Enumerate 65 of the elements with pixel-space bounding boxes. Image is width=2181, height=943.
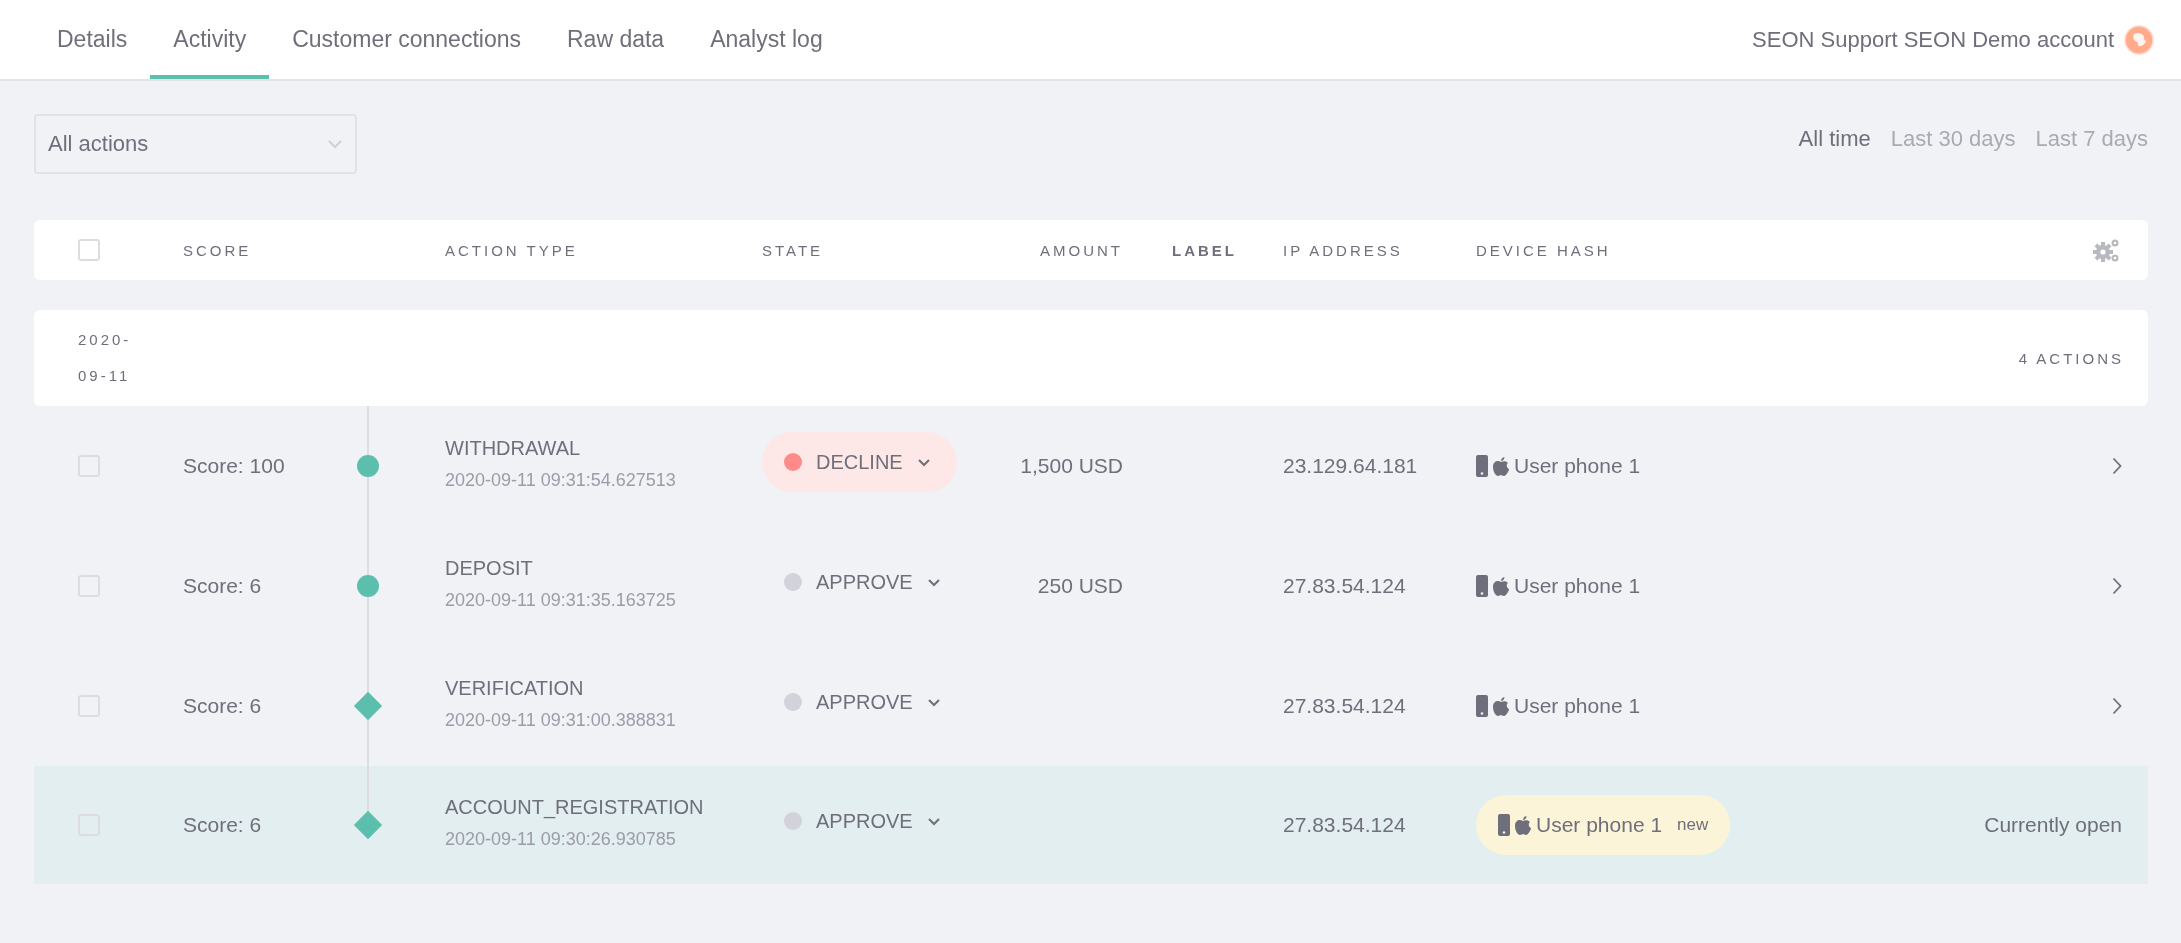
chevron-right-icon[interactable]: [2112, 457, 2122, 475]
action-type: WITHDRAWAL: [445, 437, 582, 460]
phone-icon: [1476, 575, 1488, 597]
timestamp: 2020-09-11 09:31:00.388831: [445, 710, 677, 731]
caret-icon: [926, 577, 941, 587]
avatar-icon[interactable]: [2124, 24, 2154, 55]
timestamp: 2020-09-11 09:31:35.163725: [445, 590, 677, 611]
score-text: Score: 6: [183, 574, 263, 598]
caret-icon: [327, 139, 343, 149]
tab[interactable]: Raw data: [544, 0, 688, 79]
timeline-dot: [357, 575, 379, 597]
tab[interactable]: Analyst log: [687, 0, 846, 79]
column-header: LABEL: [1171, 241, 1238, 259]
tab[interactable]: Activity: [150, 0, 270, 79]
state-dropdown[interactable]: DECLINE: [762, 432, 957, 492]
column-header: STATE: [762, 241, 825, 259]
account-name[interactable]: SEON Support SEON Demo account: [1752, 26, 2114, 53]
phone-icon: [1476, 455, 1488, 477]
chevron-right-icon[interactable]: [2112, 697, 2122, 715]
caret-icon: [916, 457, 931, 467]
ip-address: 27.83.54.124: [1283, 574, 1407, 598]
timestamp: 2020-09-11 09:30:26.930785: [445, 829, 677, 850]
device-name: User phone 1: [1514, 454, 1641, 478]
caret-icon: [926, 697, 941, 707]
score-text: Score: 100: [183, 454, 286, 478]
column-header: AMOUNT: [1039, 241, 1123, 259]
action-filter-dropdown[interactable]: All actions: [34, 114, 357, 174]
column-header: ACTION TYPE: [444, 241, 579, 259]
timestamp: 2020-09-11 09:31:54.627513: [445, 470, 677, 491]
tab[interactable]: Customer connections: [269, 0, 544, 79]
time-range-option[interactable]: All time: [1798, 126, 1871, 152]
state-dropdown[interactable]: APPROVE: [762, 672, 967, 732]
device-name: User phone 1: [1514, 574, 1641, 598]
tab[interactable]: Details: [34, 0, 151, 79]
device-name: User phone 1: [1514, 694, 1641, 718]
score-text: Score: 6: [183, 694, 263, 718]
state-dropdown[interactable]: APPROVE: [762, 791, 967, 851]
apple-icon: [1493, 576, 1509, 596]
caret-icon: [926, 816, 941, 826]
phone-icon: [1498, 814, 1510, 836]
amount-text: 250 USD: [1037, 574, 1123, 597]
timeline-dot: [357, 455, 379, 477]
ip-address: 27.83.54.124: [1283, 694, 1407, 718]
chevron-right-icon[interactable]: [2112, 577, 2122, 595]
select-all-checkbox[interactable]: [78, 239, 100, 261]
device-name: User phone 1: [1536, 813, 1663, 837]
new-label: new: [1677, 815, 1709, 835]
column-header: SCORE: [183, 241, 253, 259]
apple-icon: [1493, 696, 1509, 716]
currently-open-text: Currently open: [1984, 813, 2122, 837]
action-type: DEPOSIT: [445, 557, 534, 580]
apple-icon: [1515, 815, 1531, 835]
ip-address: 27.83.54.124: [1283, 813, 1407, 837]
column-header: DEVICE HASH: [1476, 241, 1612, 259]
phone-icon: [1476, 695, 1488, 717]
score-text: Score: 6: [183, 813, 263, 837]
ip-address: 23.129.64.181: [1283, 454, 1419, 478]
action-type: VERIFICATION: [445, 677, 585, 700]
apple-icon: [1493, 456, 1509, 476]
action-type: ACCOUNT_REGISTRATION: [445, 796, 705, 819]
action-count: 4 ACTIONS: [2018, 349, 2124, 367]
group-date: 2020- 09-11: [78, 330, 132, 386]
column-header: IP ADDRESS: [1283, 241, 1404, 259]
amount-text: 1,500 USD: [1020, 454, 1123, 477]
state-dropdown[interactable]: APPROVE: [762, 552, 967, 612]
